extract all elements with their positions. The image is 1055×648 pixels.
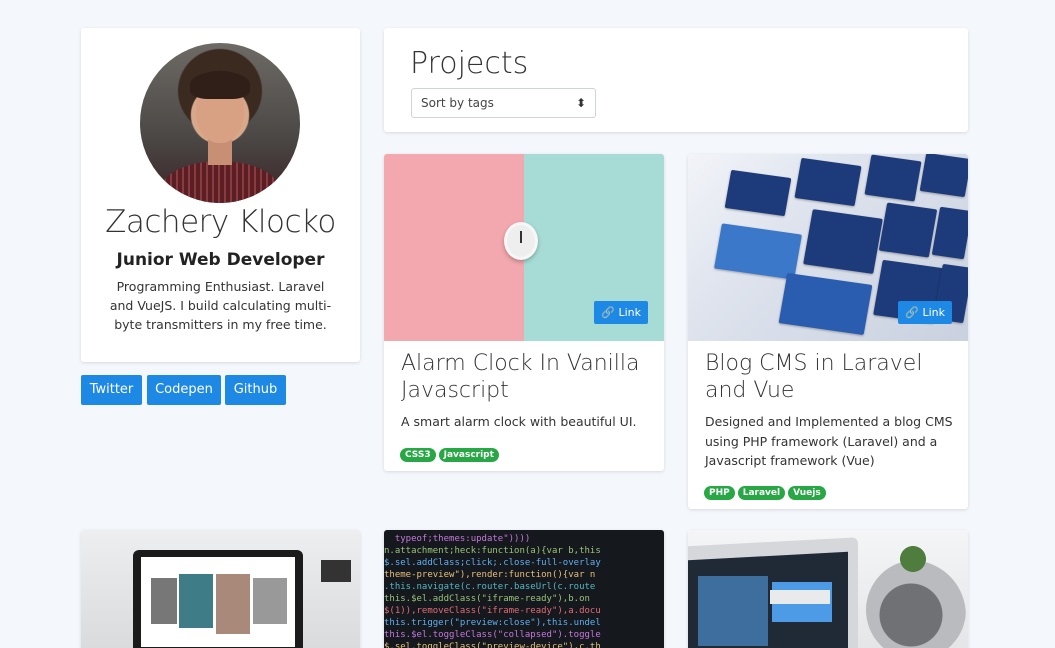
profile-card: Zachery Klocko Junior Web Developer Prog…	[81, 28, 360, 362]
alarm-clock-graphic	[504, 222, 538, 260]
project-card: 🔗 Link Alarm Clock In Vanilla Javascript…	[384, 154, 664, 471]
project-link-button[interactable]: 🔗 Link	[898, 301, 952, 324]
projects-header: Projects Sort by tags ⬍	[384, 28, 968, 132]
sort-select-value: Sort by tags	[421, 96, 494, 110]
project-tags: CSS3 Javascript	[400, 448, 499, 462]
twitter-button[interactable]: Twitter	[81, 375, 142, 405]
avatar	[140, 43, 300, 203]
sort-arrows-icon: ⬍	[575, 96, 586, 110]
project-description: Designed and Implemented a blog CMS usin…	[705, 414, 953, 468]
project-description: A smart alarm clock with beautiful UI.	[401, 414, 637, 429]
project-card	[81, 530, 360, 648]
codepen-button[interactable]: Codepen	[147, 375, 221, 405]
project-tags: PHP Laravel Vuejs	[704, 486, 826, 500]
link-icon: 🔗	[905, 306, 919, 319]
project-card	[688, 530, 968, 648]
sort-select[interactable]: Sort by tags ⬍	[411, 88, 596, 118]
link-label: Link	[922, 306, 945, 319]
project-link-button[interactable]: 🔗 Link	[594, 301, 648, 324]
tag-badge: PHP	[704, 486, 735, 500]
project-title: Blog CMS in Laravel and Vue	[705, 351, 923, 403]
tag-badge: Laravel	[737, 486, 786, 500]
project-card: typeof;themes:update")))) n.attachment;h…	[384, 530, 664, 648]
project-image	[688, 530, 968, 648]
project-image	[81, 530, 360, 648]
tag-badge: Javascript	[438, 448, 499, 462]
project-title: Alarm Clock In Vanilla Javascript	[401, 351, 640, 403]
project-card: 🔗 Link Blog CMS in Laravel and Vue Desig…	[688, 154, 968, 509]
projects-heading: Projects	[410, 46, 529, 81]
profile-description: Programming Enthusiast. Laravel and VueJ…	[109, 279, 332, 332]
link-icon: 🔗	[601, 306, 615, 319]
project-image: typeof;themes:update")))) n.attachment;h…	[384, 530, 664, 648]
tag-badge: Vuejs	[788, 486, 826, 500]
tag-badge: CSS3	[400, 448, 436, 462]
link-label: Link	[618, 306, 641, 319]
profile-title: Junior Web Developer	[116, 250, 325, 270]
profile-name: Zachery Klocko	[105, 204, 336, 240]
github-button[interactable]: Github	[225, 375, 286, 405]
